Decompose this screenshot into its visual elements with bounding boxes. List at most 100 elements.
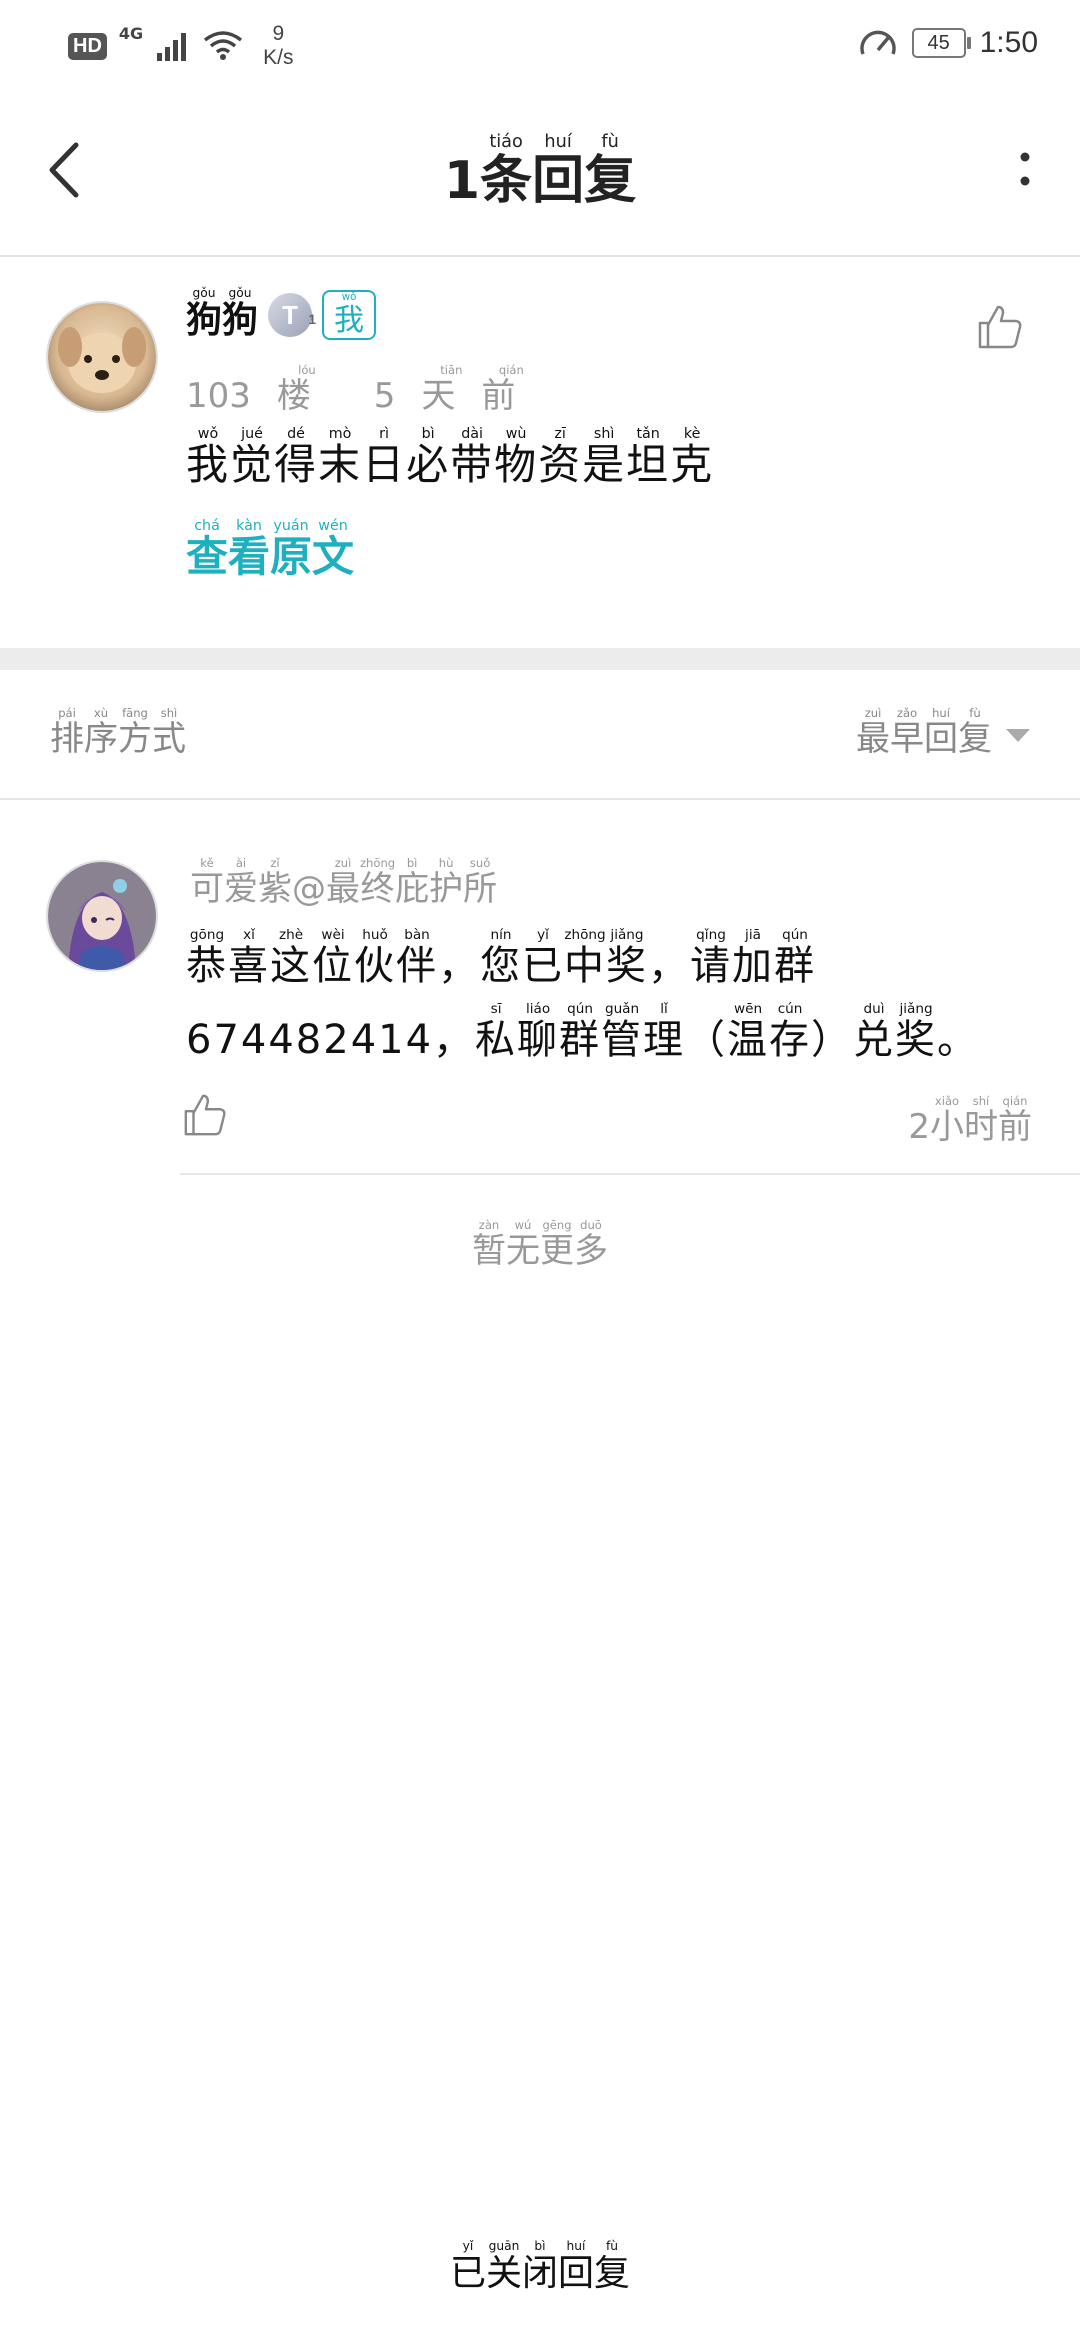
reply-author-prefix: 可kě爱ài紫zǐ <box>190 856 292 909</box>
status-left: HD 4G 9 K/s <box>68 22 294 70</box>
post-time: 5 天tiān前qián <box>373 363 568 416</box>
hanzi-char: 更gēng <box>540 1218 574 1271</box>
avatar[interactable] <box>46 301 158 413</box>
hanzi-char: 暂zàn <box>472 1218 506 1271</box>
post-author-name[interactable]: 狗gǒu狗gǒu <box>186 286 258 343</box>
floor-num: 103 <box>186 376 251 416</box>
network-type: 4G <box>118 24 144 43</box>
hanzi-char: ， <box>433 1017 476 1063</box>
post-time-unit: 天tiān前qián <box>421 363 542 416</box>
caret-down-icon <box>1006 729 1030 742</box>
hanzi-char: 加jiā <box>732 927 774 989</box>
replies-closed-label: 已yǐ关guān闭bì回huí复fù <box>0 2239 1080 2296</box>
speed-value: 9 <box>272 22 285 45</box>
hanzi-char: 护hù <box>429 856 464 909</box>
hanzi-char: 位wèi <box>312 927 354 989</box>
hanzi-char: 最zuì <box>326 856 360 909</box>
reply-line-2: 674482414，私sī聊liáo群qún管guǎn理lǐ（温wēn存cún）… <box>186 1001 1046 1076</box>
view-original-link[interactable]: 查chá看kàn原yuán文wén <box>186 518 355 584</box>
level-badge-sub: 1 <box>308 311 317 327</box>
level-badge-letter: T <box>282 300 298 330</box>
hanzi-char: 资zī <box>538 426 583 489</box>
me-badge: 我wǒ <box>322 290 377 340</box>
hanzi-char: 已yǐ <box>522 927 564 989</box>
hanzi-char: 多duō <box>574 1218 608 1271</box>
hanzi-char: 回huí <box>558 2239 595 2294</box>
hanzi-char: 坦tǎn <box>626 426 671 489</box>
hanzi-char: 所suǒ <box>463 856 498 909</box>
hanzi-char: 得dé <box>274 426 319 489</box>
page-title-text: 条tiáo回huí复fù <box>480 132 637 211</box>
hanzi-char: 闭bì <box>521 2239 558 2294</box>
hanzi-char: 末mò <box>318 426 363 489</box>
floor-pinyin: lóu <box>276 363 337 377</box>
hanzi-char: 克kè <box>670 426 715 489</box>
hanzi-char: 可kě <box>190 856 224 909</box>
hanzi-char: 查chá <box>186 518 229 581</box>
floor-number: 103 楼lóu <box>186 363 337 416</box>
hanzi-char: 必bì <box>406 426 451 489</box>
post-content: 我wǒ觉jué得dé末mò日rì必bì带dài物wù资zī是shì坦tǎn克kè <box>186 426 715 492</box>
hanzi-char: 复fù <box>958 706 992 759</box>
hanzi-char: 看kàn <box>228 518 271 581</box>
hanzi-char: 理lǐ <box>643 1001 686 1063</box>
original-post: 狗gǒu狗gǒu T1 我wǒ 103 楼lóu 5 天tiān前qián 我wǒ觉… <box>0 257 1080 647</box>
dog-avatar-image <box>48 303 156 411</box>
hanzi-char: 文wén <box>312 518 355 581</box>
hanzi-char: 回huí <box>924 706 958 759</box>
network-speed: 9 K/s <box>263 22 293 70</box>
hanzi-char: 中zhōng <box>564 927 606 989</box>
hanzi-char: 式shì <box>152 706 186 759</box>
hanzi-char: 时shí <box>964 1094 998 1147</box>
reply-time: 2小xiǎo时shí前qián <box>908 1094 1032 1148</box>
speed-unit: K/s <box>263 46 294 69</box>
hanzi-char: 温wēn <box>727 1001 770 1063</box>
hanzi-char: 管guǎn <box>601 1001 644 1063</box>
reply-count: 1 <box>443 151 481 211</box>
reply-like-button[interactable] <box>182 1092 228 1138</box>
hanzi-char: 庇bì <box>395 856 430 909</box>
sort-order-value: 最zuì早zǎo回huí复fù <box>856 706 992 760</box>
hanzi-char: 终zhōng <box>360 856 396 909</box>
reply-divider <box>180 1173 1080 1175</box>
group-number: 674482414 <box>186 1017 434 1063</box>
hd-badge: HD <box>68 32 107 60</box>
hanzi-char: 群qún <box>774 927 816 989</box>
hanzi-char: 私sī <box>475 1001 518 1063</box>
hanzi-char: 群qún <box>559 1001 602 1063</box>
hanzi-char: 这zhè <box>270 927 312 989</box>
post-like-button[interactable] <box>976 303 1024 351</box>
hanzi-char: 前qián <box>481 363 542 416</box>
reply-content: 恭gōng喜xǐ这zhè位wèi伙huǒ伴bàn，您nín已yǐ中zhōng奖j… <box>186 927 1046 1076</box>
hanzi-char: 爱ài <box>224 856 258 909</box>
reply-line-1: 恭gōng喜xǐ这zhè位wèi伙huǒ伴bàn，您nín已yǐ中zhōng奖j… <box>186 927 1046 1002</box>
wifi-icon <box>204 31 243 60</box>
reply-author-at: @ <box>292 869 326 909</box>
hanzi-char: 。 <box>937 1017 980 1063</box>
thumbs-up-icon <box>978 305 1022 349</box>
hanzi-char: 前qián <box>998 1094 1032 1147</box>
hanzi-char: 天tiān <box>421 363 482 416</box>
reply-line-2-text: ，私sī聊liáo群qún管guǎn理lǐ（温wēn存cún）兑duì奖jiǎn… <box>433 1001 980 1063</box>
hanzi-char: 奖jiǎng <box>895 1001 938 1063</box>
battery-indicator: 45 <box>911 28 971 58</box>
hanzi-char: 方fāng <box>118 706 152 759</box>
sort-order-dropdown[interactable]: 最zuì早zǎo回huí复fù <box>856 706 1030 760</box>
hanzi-char: 复fù <box>584 132 637 211</box>
section-divider <box>0 648 1080 670</box>
status-right: 45 1:50 <box>858 26 1038 60</box>
post-author-row: 狗gǒu狗gǒu T1 我wǒ <box>186 286 377 343</box>
reply-avatar[interactable] <box>46 860 158 972</box>
more-button[interactable] <box>1010 145 1040 195</box>
hanzi-char: 存cún <box>769 1001 812 1063</box>
hanzi-char: 兑duì <box>853 1001 896 1063</box>
hanzi-char: 排pái <box>50 706 84 759</box>
hanzi-char: 序xù <box>84 706 118 759</box>
hanzi-char: 喜xǐ <box>228 927 270 989</box>
thumbs-up-icon <box>184 1094 226 1136</box>
post-meta: 103 楼lóu 5 天tiān前qián <box>186 363 593 417</box>
post-time-num: 5 <box>373 376 396 416</box>
reply-time-unit: 小xiǎo时shí前qián <box>930 1094 1032 1147</box>
hanzi-char: 带dài <box>450 426 495 489</box>
reply-author-name[interactable]: 可kě爱ài紫zǐ@最zuì终zhōng庇bì护hù所suǒ <box>190 856 498 910</box>
